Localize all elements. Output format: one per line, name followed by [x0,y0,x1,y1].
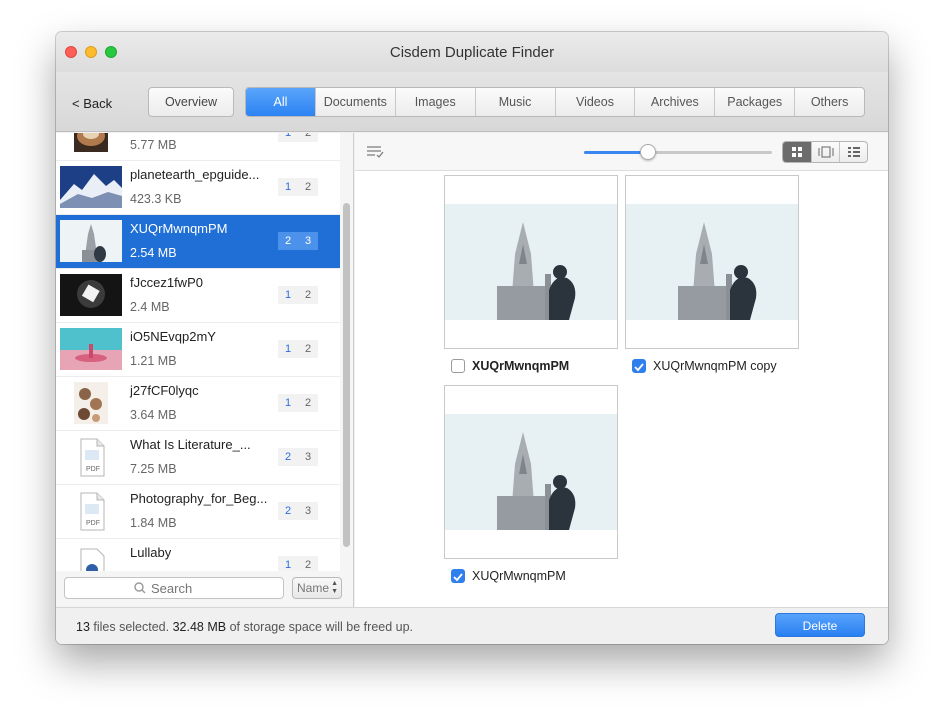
duplicate-count-badge: 23 [278,502,318,520]
overview-button[interactable]: Overview [148,87,234,117]
back-button[interactable]: < Back [72,96,112,111]
duplicate-count-badge: 12 [278,340,318,358]
photo-thumbnail [60,133,122,154]
thumbnail-size-slider-fill [584,151,648,154]
title-bar: Cisdem Duplicate Finder [56,32,888,72]
duplicate-groups-sidebar: 5.77 MB 12 planetearth_epguide... 423.3 … [56,133,354,607]
duplicate-count-badge: 12 [278,556,318,571]
tab-images[interactable]: Images [394,88,475,116]
list-item[interactable]: fJccez1fwP0 2.4 MB 12 [56,269,340,323]
checkmark-icon [634,363,644,372]
duplicate-count-badge: 12 [278,394,318,412]
preview-toolbar [355,133,888,171]
audio-file-icon [60,544,122,571]
checkmark-icon [453,573,463,582]
grid-view-button[interactable] [783,142,811,162]
pdf-icon: PDF [60,490,122,532]
card-1-checkbox[interactable] [451,359,465,373]
tab-packages[interactable]: Packages [714,88,794,116]
status-bar: 13 files selected. 32.48 MB of storage s… [56,607,888,644]
church-photo [445,414,617,530]
list-view-button[interactable] [839,142,867,162]
cover-flow-view-button[interactable] [811,142,839,162]
duplicate-count-badge: 12 [278,178,318,196]
photo-thumbnail [60,220,122,262]
selection-summary: 13 files selected. 32.48 MB of storage s… [76,620,414,634]
duplicate-count-badge: 12 [278,133,318,142]
church-photo [445,204,617,320]
view-mode-segmented-control [782,141,868,163]
list-item[interactable]: j27fCF0lyqc 3.64 MB 12 [56,377,340,431]
tab-archives[interactable]: Archives [634,88,714,116]
list-item[interactable]: planetearth_epguide... 423.3 KB 12 [56,161,340,215]
card-2-label: XUQrMwnqmPM copy [653,359,777,373]
tab-documents[interactable]: Documents [314,88,395,116]
search-input[interactable] [151,580,271,597]
list-item[interactable]: PDF Photography_for_Beg... 1.84 MB 23 [56,485,340,539]
preview-pane: XUQrMwnqmPM XUQrMwnqmPM copy XUQrMwnqmPM [355,133,888,607]
delete-button[interactable]: Delete [775,613,865,637]
duplicate-group-list[interactable]: 5.77 MB 12 planetearth_epguide... 423.3 … [56,133,340,571]
tab-videos[interactable]: Videos [554,88,635,116]
list-view-icon [847,147,860,157]
list-item[interactable]: PDF What Is Literature_... 7.25 MB 23 [56,431,340,485]
duplicate-count-badge: 23 [278,448,318,466]
photo-thumbnail [60,274,122,316]
category-tabs: All Documents Images Music Videos Archiv… [245,87,865,117]
sort-select[interactable]: Name ▲ ▼ [292,577,342,599]
toolbar: < Back Overview All Documents Images Mus… [56,72,888,132]
cover-flow-icon [818,146,833,158]
search-box[interactable] [64,577,284,599]
up-down-arrows-icon: ▲ ▼ [331,580,338,595]
sidebar-scrollbar-thumb[interactable] [343,203,350,547]
photo-thumbnail [60,382,122,424]
sort-options-icon[interactable] [367,145,385,159]
list-item[interactable]: Lullaby 12 [56,539,340,571]
duplicate-preview-card[interactable] [444,385,618,559]
duplicate-preview-card[interactable] [444,175,618,349]
card-3-checkbox[interactable] [451,569,465,583]
grid-view-icon [792,147,802,157]
svg-text:PDF: PDF [86,520,100,527]
duplicate-count-badge: 12 [278,286,318,304]
thumbnail-size-slider-knob[interactable] [640,144,656,160]
photo-thumbnail [60,166,122,208]
card-1-label: XUQrMwnqmPM [472,359,570,373]
tab-all[interactable]: All [246,88,315,116]
list-item[interactable]: 5.77 MB 12 [56,133,340,161]
window-title: Cisdem Duplicate Finder [389,44,555,61]
search-icon [134,582,146,594]
svg-text:PDF: PDF [86,466,100,473]
church-photo [626,204,798,320]
card-3-label: XUQrMwnqmPM [472,569,566,583]
tab-others[interactable]: Others [794,88,864,116]
tab-music[interactable]: Music [474,88,555,116]
list-item[interactable]: iO5NEvqp2mY 1.21 MB 12 [56,323,340,377]
card-2-checkbox[interactable] [632,359,646,373]
app-window: Cisdem Duplicate Finder < Back Overview … [56,32,888,644]
duplicate-preview-card[interactable] [625,175,799,349]
duplicate-count-badge: 23 [278,232,318,250]
pdf-icon: PDF [60,436,122,478]
list-item-selected[interactable]: XUQrMwnqmPM 2.54 MB 23 [56,215,340,269]
photo-thumbnail [60,328,122,370]
